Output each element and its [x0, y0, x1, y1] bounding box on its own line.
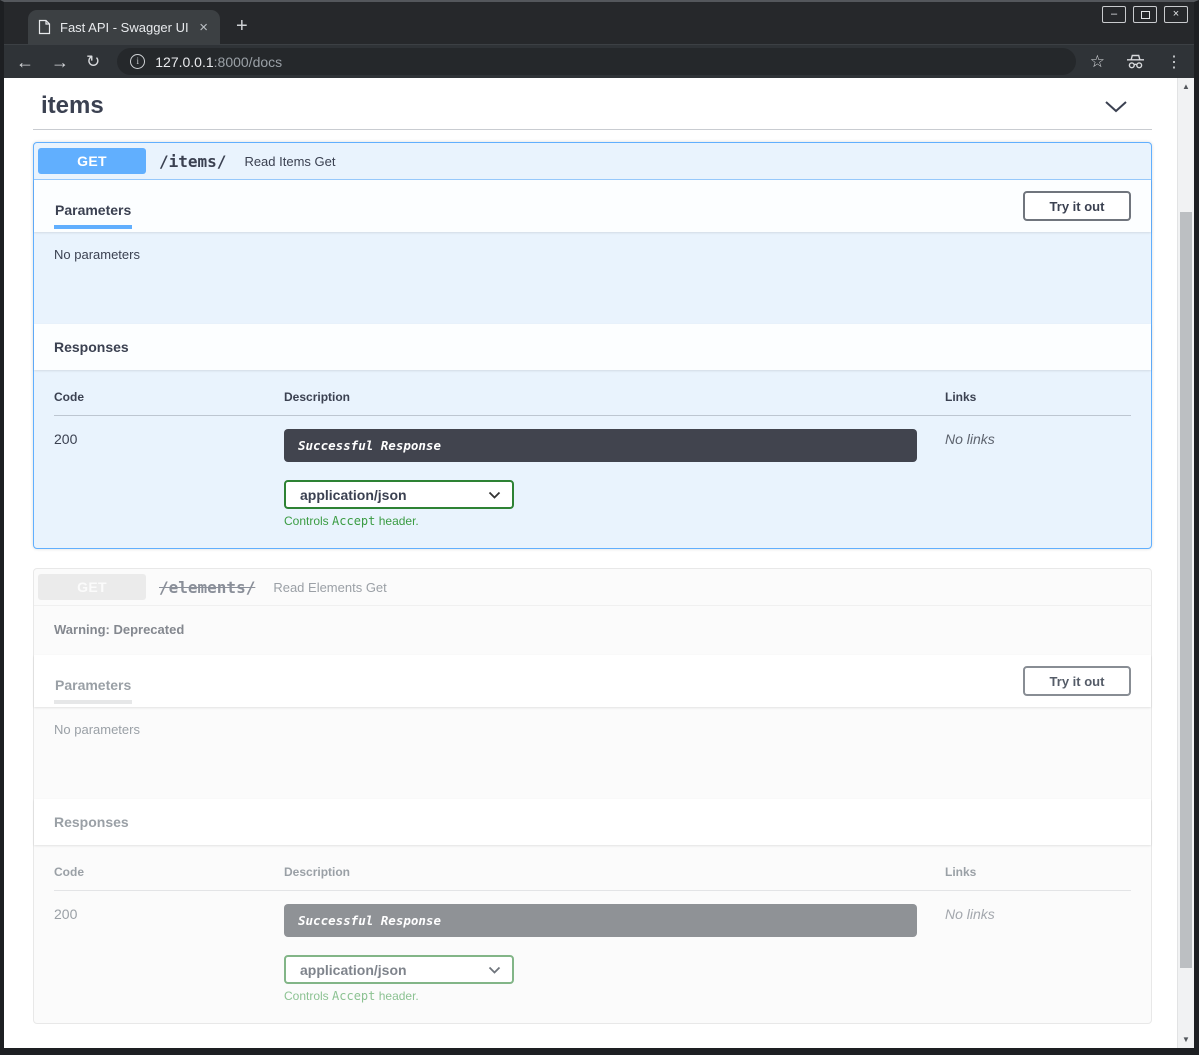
response-links: No links: [945, 429, 1131, 528]
maximize-icon: [1141, 11, 1150, 19]
col-header-code: Code: [54, 390, 284, 404]
address-bar[interactable]: i 127.0.0.1:8000/docs: [117, 48, 1076, 75]
endpoint-summary: Read Items Get: [244, 154, 335, 169]
endpoint-summary: Read Elements Get: [273, 580, 386, 595]
browser-window: Fast API - Swagger UI × + – × ← → ↻ i 12…: [0, 0, 1199, 1055]
maximize-button[interactable]: [1133, 6, 1157, 23]
opblock-get-elements-deprecated: GET /elements/ Read Elements Get Warning…: [33, 568, 1152, 1024]
page-viewport: items GET /items/ Read Items Get Paramet…: [4, 78, 1194, 1048]
parameters-header: Parameters Try it out: [34, 655, 1151, 707]
media-type-value: application/json: [300, 487, 407, 503]
site-info-icon[interactable]: i: [130, 54, 145, 69]
url-host: 127.0.0.1: [155, 54, 213, 70]
responses-table: Code Description Links 200 Successful Re…: [34, 370, 1151, 548]
responses-title: Responses: [54, 814, 129, 830]
responses-header: Responses: [34, 324, 1151, 370]
tab-parameters[interactable]: Parameters: [54, 665, 132, 704]
url-path: :8000/docs: [214, 54, 283, 70]
opblock-summary[interactable]: GET /items/ Read Items Get: [34, 143, 1151, 180]
response-row: 200 Successful Response application/json…: [54, 416, 1131, 528]
incognito-icon: [1125, 53, 1146, 70]
responses-header: Responses: [34, 799, 1151, 845]
col-header-links: Links: [945, 865, 1131, 879]
no-parameters-text: No parameters: [54, 722, 140, 737]
response-description: Successful Response: [284, 429, 917, 462]
endpoint-path: /elements/: [159, 578, 255, 597]
page-icon: [37, 19, 52, 35]
accept-header-note: Controls Accept header.: [284, 514, 945, 528]
chevron-down-icon[interactable]: [1104, 100, 1128, 113]
response-links: No links: [945, 904, 1131, 1003]
select-chevron-icon: [488, 966, 501, 974]
response-description: Successful Response: [284, 904, 917, 937]
response-row: 200 Successful Response application/json…: [54, 891, 1131, 1003]
back-button[interactable]: ←: [16, 53, 34, 71]
scroll-down-icon[interactable]: ▼: [1178, 1035, 1194, 1044]
deprecation-warning: Warning: Deprecated: [34, 606, 1151, 655]
responses-title: Responses: [54, 339, 129, 355]
responses-table-header: Code Description Links: [54, 390, 1131, 416]
browser-toolbar: ← → ↻ i 127.0.0.1:8000/docs ☆ ⋮: [4, 44, 1194, 78]
tab-strip: Fast API - Swagger UI × + – ×: [4, 2, 1194, 44]
tag-header[interactable]: items: [33, 88, 1152, 120]
media-type-select[interactable]: application/json: [284, 955, 514, 984]
scrollbar[interactable]: ▲ ▼: [1177, 78, 1194, 1048]
response-code: 200: [54, 904, 284, 1003]
scrollbar-thumb[interactable]: [1180, 212, 1192, 968]
browser-menu-button[interactable]: ⋮: [1166, 52, 1182, 72]
response-description-cell: Successful Response application/json Con…: [284, 429, 945, 528]
response-code: 200: [54, 429, 284, 528]
parameters-body: No parameters: [34, 232, 1151, 324]
opblock-summary[interactable]: GET /elements/ Read Elements Get: [34, 569, 1151, 606]
endpoint-path: /items/: [159, 152, 226, 171]
scroll-up-icon[interactable]: ▲: [1178, 82, 1194, 91]
browser-tab[interactable]: Fast API - Swagger UI ×: [28, 10, 220, 44]
close-button[interactable]: ×: [1164, 6, 1188, 23]
col-header-description: Description: [284, 865, 945, 879]
media-type-select[interactable]: application/json: [284, 480, 514, 509]
minimize-button[interactable]: –: [1102, 6, 1126, 23]
col-header-links: Links: [945, 390, 1131, 404]
method-badge: GET: [38, 148, 146, 174]
toolbar-right: ☆ ⋮: [1090, 52, 1182, 72]
no-parameters-text: No parameters: [54, 247, 140, 262]
parameters-header: Parameters Try it out: [34, 180, 1151, 232]
parameters-body: No parameters: [34, 707, 1151, 799]
reload-button[interactable]: ↻: [86, 53, 100, 70]
responses-table: Code Description Links 200 Successful Re…: [34, 845, 1151, 1023]
tab-title: Fast API - Swagger UI: [60, 20, 196, 35]
tab-close-icon[interactable]: ×: [196, 19, 211, 36]
new-tab-button[interactable]: +: [236, 15, 248, 44]
accept-header-note: Controls Accept header.: [284, 989, 945, 1003]
try-it-out-button[interactable]: Try it out: [1023, 666, 1131, 696]
media-type-value: application/json: [300, 962, 407, 978]
select-chevron-icon: [488, 491, 501, 499]
col-header-code: Code: [54, 865, 284, 879]
response-description-cell: Successful Response application/json Con…: [284, 904, 945, 1003]
swagger-page: items GET /items/ Read Items Get Paramet…: [4, 78, 1177, 1048]
tag-divider: [33, 129, 1152, 130]
window-controls: – ×: [1102, 6, 1188, 23]
tag-title: items: [41, 92, 104, 120]
responses-table-header: Code Description Links: [54, 865, 1131, 891]
opblock-get-items: GET /items/ Read Items Get Parameters Tr…: [33, 142, 1152, 549]
forward-button[interactable]: →: [51, 53, 69, 71]
try-it-out-button[interactable]: Try it out: [1023, 191, 1131, 221]
bookmark-star-icon[interactable]: ☆: [1090, 52, 1105, 72]
col-header-description: Description: [284, 390, 945, 404]
tab-parameters[interactable]: Parameters: [54, 190, 132, 229]
method-badge: GET: [38, 574, 146, 600]
